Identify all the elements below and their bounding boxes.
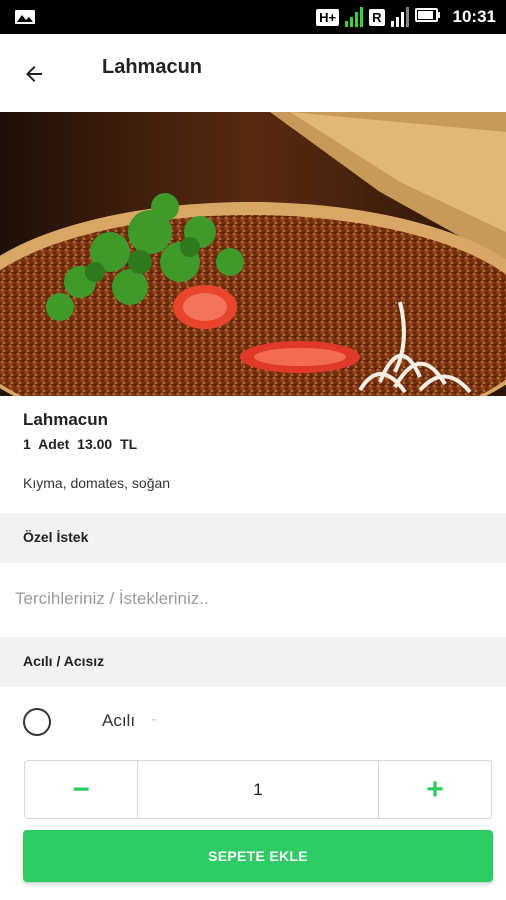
quantity-stepper: − 1 +: [24, 760, 492, 819]
battery-icon: [414, 7, 441, 28]
gallery-icon: [14, 8, 36, 26]
quantity-value: 1: [137, 761, 379, 818]
product-price: 1 Adet 13.00 TL: [23, 436, 138, 452]
decrease-quantity-button[interactable]: −: [25, 761, 137, 818]
app-bar: Lahmacun: [0, 34, 506, 112]
product-description: Kıyma, domates, soğan: [23, 475, 171, 491]
clock: 10:31: [452, 7, 496, 26]
spicy-radio-button[interactable]: [23, 708, 51, 736]
spicy-option-label: Acılı: [102, 711, 136, 730]
add-to-cart-button[interactable]: SEPETE EKLE: [23, 830, 493, 882]
back-button[interactable]: [14, 54, 54, 94]
spice-option-header: Acılı / Acısız: [0, 637, 506, 687]
status-bar: H+ R 10:31: [0, 0, 506, 34]
special-request-title: Özel İstek: [23, 529, 89, 545]
product-image: [0, 112, 506, 396]
roaming-badge: R: [369, 8, 385, 26]
page-title: Lahmacun: [102, 56, 203, 78]
spice-option-title: Acılı / Acısız: [23, 653, 105, 669]
network-type-badge: H+: [316, 8, 340, 26]
special-request-header: Özel İstek: [0, 513, 506, 563]
signal-icon: [390, 7, 409, 27]
arrow-back-icon: [26, 66, 42, 82]
product-info: Lahmacun 1 Adet 13.00 TL Kıyma, domates,…: [0, 396, 506, 513]
spicy-option-extra: -: [151, 711, 156, 728]
signal-icon: [345, 7, 364, 27]
special-request-input[interactable]: [0, 563, 506, 635]
product-name: Lahmacun: [23, 410, 109, 429]
increase-quantity-button[interactable]: +: [379, 761, 491, 818]
spice-option-row[interactable]: Acılı -: [0, 687, 506, 751]
